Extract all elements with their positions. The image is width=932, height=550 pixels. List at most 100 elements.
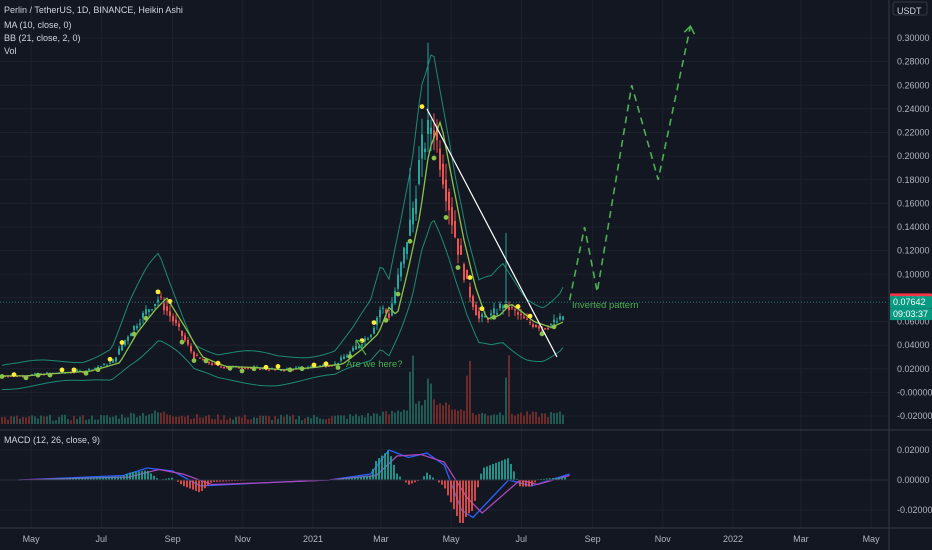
macd-histogram-bar <box>504 459 506 480</box>
macd-histogram-bar <box>153 475 155 480</box>
candle-body <box>121 345 123 351</box>
macd-histogram-bar <box>387 450 389 480</box>
time-tick-label: May <box>863 534 881 544</box>
signal-dot-yellow <box>275 364 281 369</box>
volume-bar <box>193 418 195 424</box>
volume-bar <box>10 416 12 424</box>
volume-bar <box>286 414 288 424</box>
volume-bar <box>388 414 390 424</box>
macd-tick-label: 0.02000 <box>897 445 930 455</box>
candle-body <box>370 334 372 338</box>
candle-body <box>460 245 462 255</box>
candle-body <box>352 347 354 352</box>
macd-histogram-bar <box>195 480 197 491</box>
candle-body <box>340 357 342 361</box>
macd-legend[interactable]: MACD (12, 26, close, 9) <box>4 435 100 445</box>
volume-bar <box>52 420 54 424</box>
signal-dot-yellow <box>467 275 473 280</box>
candle-body <box>211 363 213 366</box>
volume-bar <box>130 412 132 424</box>
price-badge-green: 0.07642 <box>893 297 926 307</box>
signal-dot-green <box>395 291 401 297</box>
volume-bar <box>427 378 429 424</box>
volume-bar <box>199 417 201 424</box>
volume-bar <box>502 415 504 424</box>
volume-bar <box>412 355 414 424</box>
macd-histogram-bar <box>492 463 494 480</box>
chart-canvas[interactable]: 0.30000 0.28000 0.26000 0.24000 0.22000 0.200… <box>0 0 932 550</box>
candle-body <box>172 316 174 322</box>
candle-body <box>157 299 159 303</box>
macd-panel <box>0 449 888 524</box>
candle-body <box>109 362 111 364</box>
volume-bar <box>469 360 471 424</box>
price-tick-label: 0.10000 <box>897 269 930 279</box>
candle-body <box>412 207 414 225</box>
volume-bar <box>559 411 561 424</box>
volume-bar <box>241 417 243 424</box>
volume-bar <box>34 416 36 424</box>
volume-bar <box>514 415 516 424</box>
signal-dot-green <box>251 366 257 372</box>
signal-dot-green <box>83 370 89 376</box>
candle-body <box>34 373 36 375</box>
candle-body <box>478 311 480 319</box>
macd-histogram-bar <box>369 475 371 480</box>
signal-dot-yellow <box>119 340 125 345</box>
symbol-legend[interactable]: Perlin / TetherUS, 1D, BINANCE, Heikin A… <box>4 5 183 15</box>
volume-bar <box>262 415 264 424</box>
volume-bar <box>37 418 39 424</box>
macd-histogram-bar <box>186 480 188 488</box>
volume-bar <box>94 419 96 424</box>
macd-histogram-bar <box>462 480 464 524</box>
macd-histogram-bar <box>147 470 149 480</box>
volume-bar <box>271 419 273 424</box>
volume-bar <box>493 414 495 424</box>
volume-bar <box>163 411 165 424</box>
volume-bar <box>19 418 21 424</box>
time-tick-label: 2022 <box>723 534 743 544</box>
candle-body <box>94 367 96 369</box>
volume-bar <box>196 414 198 424</box>
candle-body <box>550 323 552 326</box>
volume-bar <box>517 413 519 424</box>
macd-histogram-bar <box>447 480 449 496</box>
macd-histogram-bar <box>411 480 413 484</box>
candle-body <box>136 326 138 329</box>
ma-legend[interactable]: MA (10, close, 0) <box>4 20 72 30</box>
volume-bar <box>445 402 447 424</box>
bb-legend[interactable]: BB (21, close, 2, 0) <box>4 33 81 43</box>
price-tick-label: 0.12000 <box>897 246 930 256</box>
macd-histogram-bar <box>441 480 443 485</box>
candle-body <box>535 324 537 328</box>
signal-dot-yellow <box>215 360 221 366</box>
price-tick-label: 0.14000 <box>897 222 930 232</box>
volume-bar <box>160 412 162 424</box>
volume-bar <box>124 417 126 424</box>
macd-histogram-bar <box>474 480 476 501</box>
volume-bar <box>307 416 309 424</box>
volume-bar <box>169 415 171 424</box>
candle-body <box>508 306 510 311</box>
macd-histogram-bar <box>519 480 521 487</box>
signal-dot-yellow <box>515 304 521 309</box>
volume-bar <box>373 413 375 424</box>
signal-dot-green <box>431 155 437 161</box>
volume-bar <box>358 416 360 424</box>
signal-dot-green <box>335 365 341 370</box>
signal-dot-yellow <box>323 361 329 367</box>
signal-dot-yellow <box>155 289 161 295</box>
macd-histogram-bar <box>480 473 482 480</box>
volume-bar <box>55 420 57 424</box>
volume-bar <box>157 412 159 424</box>
candle-body <box>514 309 516 311</box>
annotation-are-we-here: Are we here? <box>346 359 403 370</box>
volume-bar <box>274 416 276 424</box>
price-tick-label: 0.04000 <box>897 340 930 350</box>
currency-label[interactable]: USDT <box>897 6 922 16</box>
price-tick-label: 0.02000 <box>897 364 930 374</box>
macd-histogram-bar <box>444 480 446 489</box>
price-tick-label: 0.28000 <box>897 57 930 67</box>
volume-bar <box>505 377 507 424</box>
vol-legend[interactable]: Vol <box>4 46 17 56</box>
